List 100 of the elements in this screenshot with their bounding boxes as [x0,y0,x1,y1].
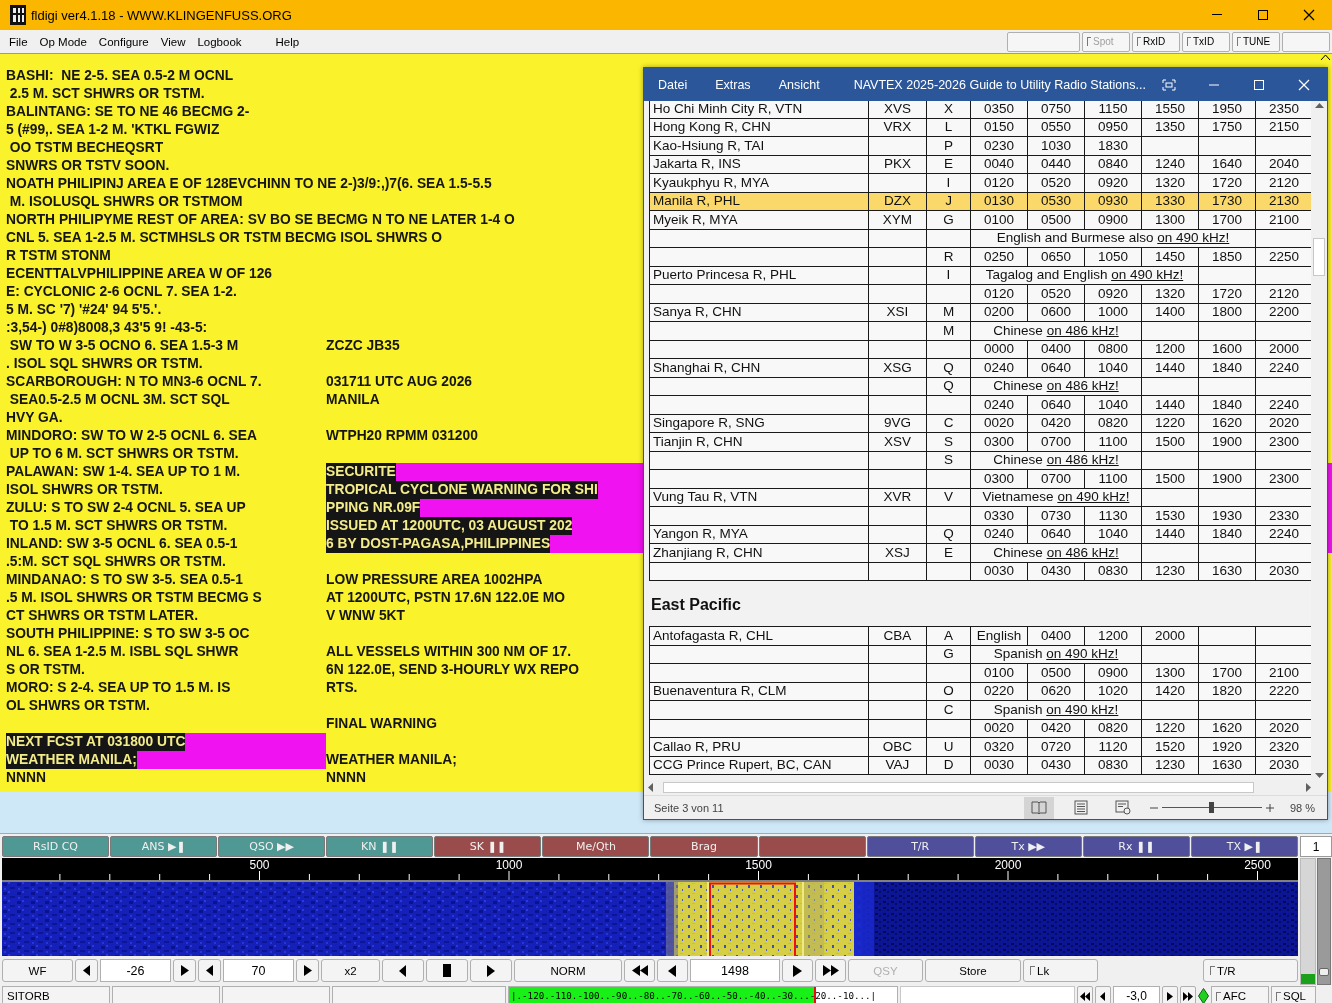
macro-button[interactable]: T/R [866,836,974,857]
menu-item[interactable]: Logbook [191,33,248,50]
checkbox-button[interactable]: AFC [1211,986,1269,1003]
checkbox-label: T/R [1217,964,1236,977]
right-triangle-icon [180,965,189,976]
table-cell: 1230 [1141,756,1199,775]
scroll-thumb[interactable] [663,782,1254,793]
zoom-button[interactable]: x2 [321,959,380,982]
squelch-slider[interactable] [1317,858,1331,985]
checkbox-button[interactable]: SQL [1271,986,1316,1003]
offset-field[interactable]: -3,0 [1113,986,1160,1003]
macro-page-indicator[interactable]: 1 [1300,836,1332,857]
mode-button[interactable]: TxID [1182,31,1230,52]
macro-button[interactable]: Brag [650,836,758,857]
zoom-in-icon[interactable] [1265,803,1274,812]
menu-item[interactable]: Op Mode [33,33,93,50]
table-cell: L [926,118,971,137]
checkbox-button[interactable]: Lk [1023,959,1098,982]
macro-button[interactable]: TX ▶❚ [1190,836,1298,857]
next-button[interactable] [470,959,512,982]
scroll-down-arrow-icon[interactable] [1314,773,1324,778]
decrease-button[interactable] [198,959,221,982]
macro-button[interactable]: Rx ❚❚ [1082,836,1190,857]
back-button[interactable] [1095,986,1111,1003]
store-button[interactable]: Store [925,959,1021,982]
stop-button[interactable] [426,959,468,982]
increase-button[interactable] [296,959,319,982]
macro-button[interactable]: SK ❚❚ [434,836,542,857]
menu-item[interactable]: Ansicht [778,77,820,92]
table-cell: 1730 [1198,192,1256,211]
table-cell: C [926,414,971,433]
checkbox-icon[interactable] [1030,966,1035,975]
received-text-line: INLAND: SW 3-5 OCNL 6. SEA 0.5-1 [6,535,238,553]
received-text-line: CNL 5. SEA 1-2.5 M. SCTMHSLS OR TSTM BECMG ISOL SHWRS O [6,229,442,247]
menu-item[interactable]: Configure [92,33,155,50]
table-cell: 0030 [970,756,1028,775]
fast-forward-button[interactable] [1180,986,1196,1003]
table-note: Chinese on 486 kHz! [993,544,1119,560]
tuning-cursor[interactable] [709,882,796,956]
table-cell: XYM [868,210,927,229]
decrease-button[interactable] [75,959,98,982]
link[interactable]: on 490 kHz! [1046,701,1119,717]
link[interactable]: on 486 kHz! [1046,322,1119,338]
table-cell: 9VG [868,414,927,433]
scroll-right-arrow-icon[interactable] [1306,783,1311,792]
scroll-left-arrow-icon[interactable] [648,783,653,792]
checkbox-icon[interactable] [1276,991,1281,1001]
table-cell: 0430 [1027,562,1085,581]
table-cell: Q [926,377,971,396]
checkbox-icon[interactable] [1216,991,1221,1001]
fast-back-button[interactable] [624,959,655,982]
value-field[interactable]: -26 [100,959,171,982]
table-cell: English [970,626,1028,645]
mode-button[interactable]: WF [2,959,73,982]
received-text-line: SEA0.5-2.5 M OCNL 3M. SCT SQL [8,391,230,409]
macro-button[interactable]: Me/Qth [542,836,650,857]
speed-button[interactable]: NORM [514,959,622,982]
increase-button[interactable] [173,959,196,982]
menu-item[interactable]: View [154,33,192,50]
forward-button[interactable] [1162,986,1178,1003]
table-cell: 0150 [970,118,1028,137]
slider-thumb[interactable] [1319,967,1329,976]
link[interactable]: on 490 kHz! [1157,230,1230,246]
back-button[interactable] [657,959,688,982]
fast-forward-button[interactable] [815,959,846,982]
forward-button[interactable] [782,959,813,982]
scroll-thumb[interactable] [1313,238,1325,276]
close-icon[interactable] [1303,9,1315,21]
menu-item[interactable]: Datei [658,77,688,92]
link[interactable]: on 490 kHz! [1046,646,1119,662]
received-text-line: RTS. [326,679,358,697]
fast-back-button[interactable] [1077,986,1093,1003]
mode-button[interactable]: RxID [1132,31,1180,52]
link[interactable]: on 490 kHz! [1111,267,1184,283]
received-text-line: NOATH PHILIPINJ AREA E OF 128EVCHINN TO NE 2-)3/9:,)7(6. SEA 1.5-5.5 [6,175,492,193]
table-cell: Buenaventura R, CLM [649,682,869,701]
slider-thumb[interactable] [1208,802,1214,813]
table-cell: XSG [868,358,927,377]
menu-item[interactable]: Help [269,33,306,50]
maximize-icon[interactable] [1257,9,1269,21]
table-cell: 0330 [970,506,1028,525]
table-row[interactable]: Antofagasta R, CHL CBA A English 0400 1200 2000 [649,626,1311,645]
mode-button[interactable]: TUNE [1232,31,1280,52]
checkbox-button[interactable]: T/R [1203,959,1298,982]
link[interactable]: on 486 kHz! [1046,544,1119,560]
checkbox-icon[interactable] [1210,966,1215,975]
link[interactable]: on 486 kHz! [1046,378,1119,394]
zoom-slider[interactable] [1161,802,1262,813]
macro-button[interactable]: Tx ▶▶ [974,836,1082,857]
link[interactable]: on 490 kHz! [1057,489,1130,505]
menu-item[interactable]: Extras [715,77,751,92]
table-cell: 1220 [1141,414,1199,433]
table-row[interactable]: Ho Chi Minh City R, VTN XVS X 0350 0750 1150 1550 1950 2350 [649,101,1311,118]
menu-item[interactable]: File [3,33,34,50]
value-field[interactable]: 1498 [690,959,780,982]
link[interactable]: on 486 kHz! [1046,452,1119,468]
focus-mode-icon[interactable] [1161,78,1176,91]
scale-label: 2000 [994,858,1022,872]
previous-button[interactable] [382,959,424,982]
value-field[interactable]: 70 [223,959,294,982]
